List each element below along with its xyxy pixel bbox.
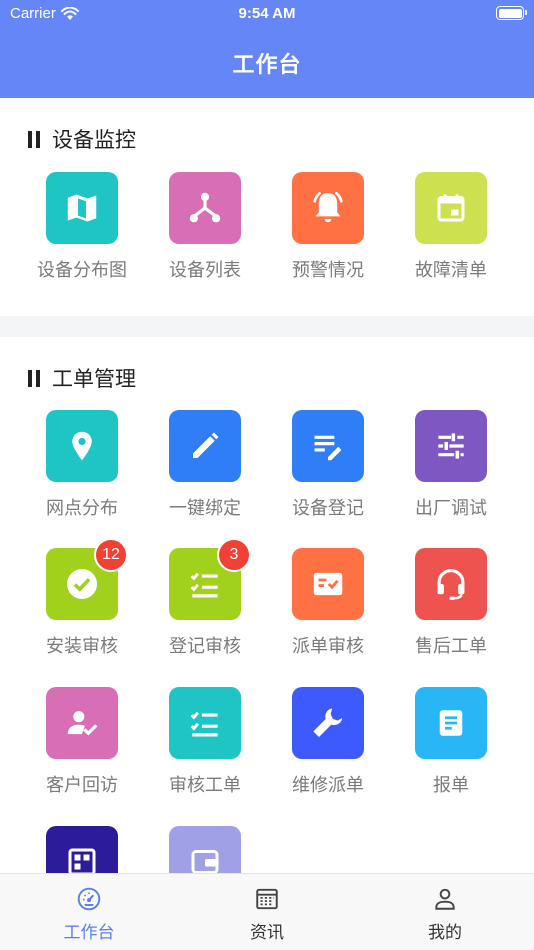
headset-icon — [437, 569, 465, 600]
tile-icon-bg — [46, 410, 118, 482]
edit-notes-icon — [314, 435, 342, 461]
hierarchy-icon — [189, 192, 221, 223]
section-header: 工单管理 — [28, 363, 136, 393]
tile-icon-bg — [292, 410, 364, 482]
section-marker-icon — [28, 369, 40, 387]
tile-icon-bg — [415, 548, 487, 620]
tile-alerts[interactable]: 预警情况 — [268, 172, 388, 282]
person-icon — [435, 888, 455, 910]
tile-icon-bg — [169, 172, 241, 244]
tile-install-review[interactable]: 12 安装审核 — [22, 538, 142, 658]
tile-customer-revisit[interactable]: 客户回访 — [22, 687, 142, 797]
tile-label: 派单审核 — [292, 636, 364, 657]
tab-label: 我的 — [428, 923, 462, 943]
page-title: 工作台 — [232, 53, 302, 78]
tile-icon-bg: 3 — [169, 538, 251, 620]
tab-label: 资讯 — [250, 923, 284, 943]
calendar-icon — [437, 194, 465, 222]
tile-device-register[interactable]: 设备登记 — [268, 410, 388, 520]
tile-label: 审核工单 — [169, 775, 241, 796]
section-title: 工单管理 — [52, 367, 136, 391]
tile-icon-bg — [46, 172, 118, 244]
tile-label: 设备列表 — [169, 260, 241, 281]
tile-after-sales[interactable]: 售后工单 — [391, 548, 511, 658]
tile-outlet-map[interactable]: 网点分布 — [22, 410, 142, 520]
tile-label: 出厂调试 — [415, 498, 487, 519]
news-icon — [256, 888, 278, 910]
location-pin-icon — [72, 431, 92, 461]
tile-label: 设备登记 — [292, 498, 364, 519]
tile-label: 一键绑定 — [169, 498, 241, 519]
status-bar: Carrier 9:54 AM — [0, 0, 534, 30]
section-work-orders: 工单管理 网点分布 一键绑定 设备登记 出厂调试 12 安装审核 3 登记审核 … — [0, 337, 534, 898]
tile-label: 登记审核 — [169, 636, 241, 657]
tile-label: 故障清单 — [415, 260, 487, 281]
section-device-monitor: 设备监控 设备分布图 设备列表 预警情况 故障清单 — [0, 98, 534, 316]
tile-label: 网点分布 — [46, 498, 118, 519]
tile-label: 报单 — [433, 775, 469, 796]
tile-icon-bg — [415, 172, 487, 244]
bottom-tab-bar: 工作台 资讯 我的 — [0, 873, 534, 950]
tile-icon-bg — [292, 548, 364, 620]
wrench-icon — [313, 708, 343, 737]
tile-repair-dispatch[interactable]: 维修派单 — [268, 687, 388, 797]
tab-label: 工作台 — [63, 923, 115, 943]
tile-fault-list[interactable]: 故障清单 — [391, 172, 511, 282]
notification-badge: 3 — [217, 538, 251, 572]
document-icon — [439, 710, 463, 736]
tile-dispatch-review[interactable]: 派单审核 — [268, 548, 388, 658]
tile-icon-bg — [415, 687, 487, 759]
map-icon — [67, 194, 97, 222]
sliders-icon — [438, 433, 464, 459]
tile-icon-bg: 12 — [46, 538, 128, 620]
tile-icon-bg — [292, 687, 364, 759]
tab-news[interactable]: 资讯 — [178, 874, 356, 950]
user-check-icon — [67, 711, 98, 736]
notification-badge: 12 — [94, 538, 128, 572]
tile-icon-bg — [292, 172, 364, 244]
tile-icon-bg — [169, 410, 241, 482]
alarm-bell-icon — [313, 192, 343, 223]
dashboard-gauge-icon — [77, 887, 101, 911]
tile-label: 预警情况 — [292, 260, 364, 281]
tile-one-click-bind[interactable]: 一键绑定 — [145, 410, 265, 520]
tile-icon-bg — [46, 687, 118, 759]
battery-icon — [496, 6, 527, 20]
tile-report-order[interactable]: 报单 — [391, 687, 511, 797]
pencil-icon — [193, 432, 219, 458]
checklist-icon — [190, 572, 218, 598]
section-marker-icon — [28, 130, 40, 148]
tile-device-list[interactable]: 设备列表 — [145, 172, 265, 282]
status-time: 9:54 AM — [238, 5, 296, 22]
check-card-icon — [313, 572, 343, 596]
tile-label: 安装审核 — [46, 636, 118, 657]
checklist-icon — [190, 711, 218, 737]
check-circle-icon — [66, 568, 98, 600]
tile-device-map[interactable]: 设备分布图 — [22, 172, 142, 282]
tile-label: 售后工单 — [415, 636, 487, 657]
tile-label: 客户回访 — [46, 775, 118, 796]
tab-workbench[interactable]: 工作台 — [0, 874, 178, 950]
tile-factory-debug[interactable]: 出厂调试 — [391, 410, 511, 520]
tile-label: 设备分布图 — [37, 260, 127, 281]
section-header: 设备监控 — [28, 124, 136, 154]
section-title: 设备监控 — [52, 128, 136, 152]
tab-mine[interactable]: 我的 — [356, 874, 534, 950]
tile-icon-bg — [415, 410, 487, 482]
tile-register-review[interactable]: 3 登记审核 — [145, 538, 265, 658]
tile-label: 维修派单 — [292, 775, 364, 796]
tile-review-orders[interactable]: 审核工单 — [145, 687, 265, 797]
tile-icon-bg — [169, 687, 241, 759]
